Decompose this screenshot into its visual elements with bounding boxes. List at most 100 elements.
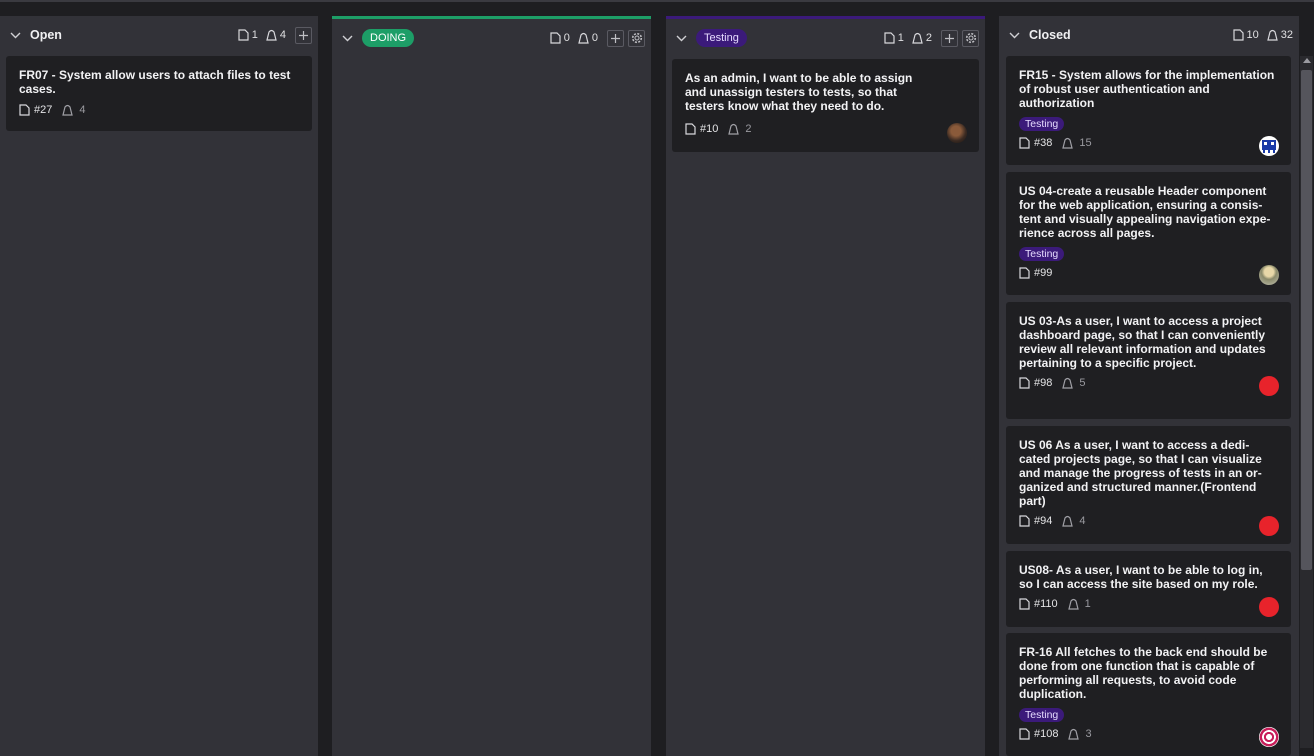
column-header: Open 1 4 <box>0 16 318 54</box>
issue-icon <box>550 32 561 44</box>
avatar[interactable] <box>1259 516 1279 536</box>
card-ref[interactable]: #108 <box>1034 728 1058 740</box>
points-icon <box>1062 137 1074 149</box>
avatar[interactable] <box>1259 376 1279 396</box>
card-meta: #108 3 <box>1019 728 1278 740</box>
status-tag: Testing <box>1019 117 1065 131</box>
card-title[interactable]: US 06 As a user, I want to access a dedi… <box>1019 438 1278 508</box>
plus-icon <box>945 33 954 43</box>
card[interactable]: US 03-As a user, I want to access a proj… <box>1006 302 1291 419</box>
card-ref[interactable]: #110 <box>1034 598 1058 610</box>
scrollbar-thumb[interactable] <box>1301 70 1312 570</box>
add-card-button[interactable] <box>607 29 624 47</box>
issue-icon <box>884 32 895 44</box>
card-title[interactable]: As an admin, I want to be able to assign… <box>685 71 919 113</box>
top-border <box>0 0 1314 2</box>
chevron-down-icon[interactable] <box>1007 28 1021 42</box>
points-icon <box>266 29 277 41</box>
card-points: 2 <box>745 123 752 135</box>
column-open: Open 1 4 FR07 - System allow users to at… <box>0 16 318 756</box>
add-card-button[interactable] <box>295 26 312 44</box>
card[interactable]: As an admin, I want to be able to assign… <box>672 59 979 152</box>
column-stats: 10 32 <box>1232 29 1293 41</box>
points-count: 0 <box>591 32 598 44</box>
issue-count: 10 <box>1246 29 1259 41</box>
card-title[interactable]: US 03-As a user, I want to access a proj… <box>1019 314 1278 370</box>
chevron-down-icon[interactable] <box>8 28 22 42</box>
status-tag: Testing <box>1019 708 1065 722</box>
points-count: 2 <box>925 32 932 44</box>
scroll-up-arrow-icon[interactable] <box>1303 58 1311 63</box>
points-icon <box>1068 728 1080 740</box>
column-doing: DOING 0 0 <box>332 16 651 756</box>
column-stats: 1 2 <box>884 29 979 47</box>
card-meta: #94 4 <box>1019 515 1278 527</box>
card-ref[interactable]: #94 <box>1034 515 1052 527</box>
gear-icon <box>965 32 976 44</box>
chevron-down-icon[interactable] <box>674 31 688 45</box>
avatar[interactable] <box>1259 136 1279 156</box>
issue-icon <box>238 29 249 41</box>
card-points: 1 <box>1084 598 1091 610</box>
card[interactable]: US08- As a user, I want to be able to lo… <box>1006 551 1291 627</box>
points-icon <box>1062 377 1074 389</box>
column-settings-button[interactable] <box>962 29 979 47</box>
points-icon <box>728 123 740 135</box>
card-title[interactable]: US08- As a user, I want to be able to lo… <box>1019 563 1278 591</box>
issue-icon <box>1019 515 1030 527</box>
issue-icon <box>1232 29 1244 41</box>
column-testing: Testing 1 2 As an admin, I want to be ab… <box>666 16 985 756</box>
issue-icon <box>19 104 30 116</box>
card[interactable]: FR15 - System allows for the implementat… <box>1006 56 1291 165</box>
status-tag: Testing <box>1019 247 1065 261</box>
column-settings-button[interactable] <box>628 29 645 47</box>
points-icon <box>1266 29 1278 41</box>
points-icon <box>912 32 923 44</box>
avatar[interactable] <box>1259 265 1279 285</box>
points-icon <box>1067 598 1079 610</box>
points-icon <box>62 104 74 116</box>
gear-icon <box>631 32 642 44</box>
card-ref[interactable]: #99 <box>1034 267 1052 279</box>
column-stats: 0 0 <box>550 29 645 47</box>
points-icon <box>1062 515 1074 527</box>
column-header: Testing 1 2 <box>666 19 985 57</box>
plus-icon <box>299 30 308 40</box>
card-title[interactable]: FR15 - System allows for the implementat… <box>1019 68 1278 110</box>
points-count: 4 <box>279 29 286 41</box>
issue-icon <box>1019 137 1030 149</box>
add-card-button[interactable] <box>941 29 958 47</box>
issue-count: 0 <box>563 32 570 44</box>
issue-icon <box>1019 598 1030 610</box>
avatar[interactable] <box>1259 727 1279 747</box>
points-count: 32 <box>1280 29 1293 41</box>
avatar[interactable] <box>947 123 967 143</box>
card-points: 3 <box>1085 728 1092 740</box>
column-header: Closed 10 32 <box>999 16 1299 54</box>
card-ref[interactable]: #98 <box>1034 377 1052 389</box>
card-points: 15 <box>1079 137 1092 149</box>
issue-icon <box>1019 267 1030 279</box>
card-points: 4 <box>79 104 86 116</box>
card-meta: #10 2 <box>685 123 919 135</box>
issue-icon <box>1019 728 1030 740</box>
column-title: Open <box>30 28 62 42</box>
avatar[interactable] <box>1259 597 1279 617</box>
card-title[interactable]: FR07 - System allow users to attach file… <box>19 68 299 96</box>
issue-icon <box>685 123 696 135</box>
column-title: Closed <box>1029 28 1071 42</box>
column-stats: 1 4 <box>238 26 312 44</box>
plus-icon <box>611 33 620 43</box>
card-title[interactable]: US 04-create a reusable Header component… <box>1019 184 1278 240</box>
card[interactable]: FR-16 All fetches to the back end should… <box>1006 633 1291 756</box>
column-status-pill: DOING <box>362 29 415 47</box>
card-ref[interactable]: #27 <box>34 104 52 116</box>
chevron-down-icon[interactable] <box>340 31 354 45</box>
card-ref[interactable]: #10 <box>700 123 718 135</box>
card[interactable]: US 06 As a user, I want to access a dedi… <box>1006 426 1291 544</box>
card-title[interactable]: FR-16 All fetches to the back end should… <box>1019 645 1278 701</box>
card-meta: #38 15 <box>1019 137 1278 149</box>
card[interactable]: FR07 - System allow users to attach file… <box>6 56 312 131</box>
card[interactable]: US 04-create a reusable Header component… <box>1006 172 1291 295</box>
card-ref[interactable]: #38 <box>1034 137 1052 149</box>
